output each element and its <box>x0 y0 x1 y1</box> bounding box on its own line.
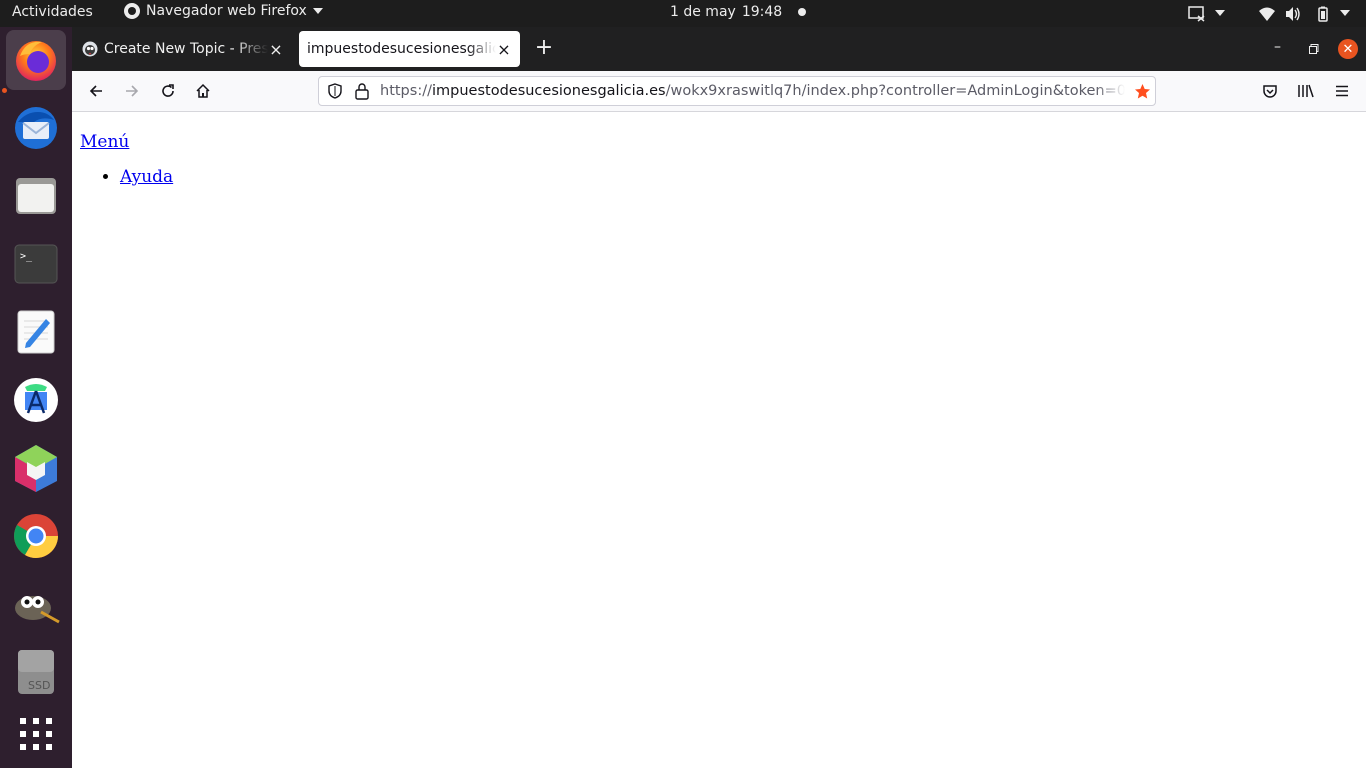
help-list: Ayuda <box>120 167 173 187</box>
tab-impuestodesucesionesgalicia[interactable]: impuestodesucesionesgalicia.es × <box>299 31 520 67</box>
navigation-toolbar: https://impuestodesucesionesgalicia.es/w… <box>72 71 1366 112</box>
tab-strip: Create New Topic - PrestaShop × impuesto… <box>72 27 1366 71</box>
close-tab-icon[interactable]: × <box>268 40 284 59</box>
dock-ssd-drive[interactable]: SSD <box>6 642 66 702</box>
lock-icon[interactable] <box>354 82 370 100</box>
url-text: https://impuestodesucesionesgalicia.es/w… <box>380 83 1125 99</box>
pocket-icon <box>1263 85 1277 98</box>
running-indicator <box>2 88 7 93</box>
volume-icon <box>1286 7 1300 21</box>
open-menu-button[interactable] <box>1332 81 1352 101</box>
dock-thunderbird[interactable] <box>6 98 66 158</box>
clock-date: 1 de may <box>670 4 736 20</box>
screen-share-icon[interactable] <box>1188 6 1206 22</box>
chevron-down-icon <box>1340 10 1350 16</box>
clock[interactable]: 1 de may 19:48 <box>670 4 807 20</box>
dock-firefox[interactable] <box>6 30 66 90</box>
close-window-button[interactable]: ✕ <box>1338 39 1358 59</box>
dock-terminal[interactable]: >_ <box>6 234 66 294</box>
url-bar[interactable]: https://impuestodesucesionesgalicia.es/w… <box>318 76 1156 106</box>
forward-arrow-icon <box>126 85 139 97</box>
back-arrow-icon <box>89 85 102 97</box>
android-studio-icon <box>14 378 58 422</box>
close-tab-icon[interactable]: × <box>496 40 512 59</box>
dock-files[interactable] <box>6 166 66 226</box>
page-content: Menú Ayuda <box>72 112 1366 768</box>
chevron-down-icon <box>1215 10 1225 16</box>
new-tab-button[interactable]: + <box>532 37 556 61</box>
bookmark-star-icon[interactable] <box>1134 83 1151 100</box>
ssd-label: SSD <box>28 679 51 692</box>
url-scheme: https:// <box>380 83 432 99</box>
thunderbird-icon <box>15 107 57 149</box>
clock-time: 19:48 <box>741 4 783 20</box>
url-path: /wokx9xraswitlq7h/index.php?controller=A… <box>665 83 1125 99</box>
library-button[interactable] <box>1296 81 1316 101</box>
dock-chrome[interactable] <box>6 506 66 566</box>
dock-text-editor[interactable] <box>6 302 66 362</box>
tab-create-new-topic[interactable]: Create New Topic - PrestaShop × <box>82 31 292 67</box>
activities-button[interactable]: Actividades <box>12 4 93 20</box>
dock-cube-app[interactable] <box>6 438 66 498</box>
dock: >_ SSD <box>0 27 72 768</box>
back-button[interactable] <box>86 81 106 101</box>
maximize-window-icon[interactable] <box>1309 44 1319 54</box>
minimize-window-icon[interactable]: – <box>1274 39 1281 55</box>
svg-text:>_: >_ <box>20 251 33 262</box>
gnome-top-bar: Actividades Navegador web Firefox 1 de m… <box>0 0 1366 27</box>
text-editor-icon <box>17 310 55 354</box>
prestashop-favicon-icon <box>82 41 98 57</box>
dock-android-studio[interactable] <box>6 370 66 430</box>
wifi-icon <box>1259 7 1275 21</box>
firefox-mini-icon <box>124 3 140 19</box>
home-button[interactable] <box>193 81 213 101</box>
tracking-protection-shield-icon[interactable] <box>327 83 343 99</box>
dock-gimp[interactable] <box>6 574 66 634</box>
reload-icon <box>162 84 174 97</box>
forward-button[interactable] <box>122 81 142 101</box>
dock-show-apps[interactable] <box>6 704 66 764</box>
gimp-icon <box>15 596 60 624</box>
terminal-icon: >_ <box>14 244 58 284</box>
help-link[interactable]: Ayuda <box>120 167 173 187</box>
home-icon <box>196 83 210 98</box>
battery-icon <box>1318 6 1328 22</box>
library-icon <box>1298 84 1314 98</box>
pocket-button[interactable] <box>1260 81 1280 101</box>
cube-app-icon <box>15 445 57 492</box>
show-apps-icon <box>20 718 52 750</box>
files-icon <box>16 178 56 214</box>
chevron-down-icon <box>312 8 323 14</box>
list-item: Ayuda <box>120 167 173 187</box>
firefox-icon <box>16 41 56 81</box>
hamburger-menu-icon <box>1336 85 1348 97</box>
close-icon: ✕ <box>1342 41 1354 57</box>
app-menu-label: Navegador web Firefox <box>146 3 307 19</box>
menu-link[interactable]: Menú <box>80 132 129 152</box>
notification-dot-icon <box>798 8 807 16</box>
tab-title: impuestodesucesionesgalicia.es <box>307 41 496 57</box>
tab-title: Create New Topic - PrestaShop <box>104 41 268 57</box>
reload-button[interactable] <box>158 81 178 101</box>
chrome-icon <box>14 514 58 558</box>
app-menu[interactable]: Navegador web Firefox <box>124 3 323 19</box>
url-host: impuestodesucesionesgalicia.es <box>431 83 666 99</box>
